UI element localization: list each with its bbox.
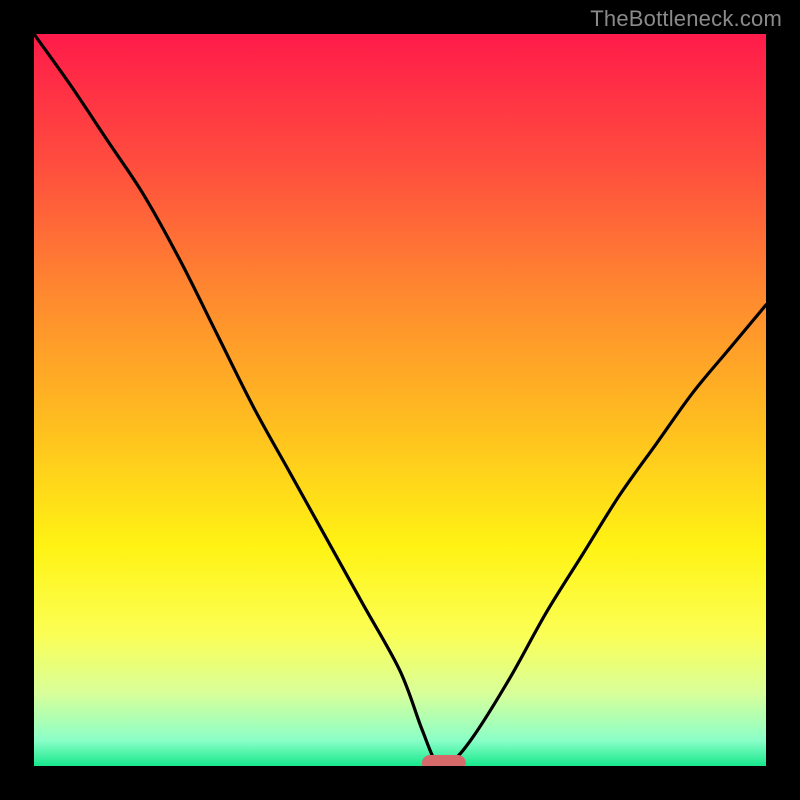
gradient-background xyxy=(34,34,766,766)
watermark-text: TheBottleneck.com xyxy=(590,6,782,32)
optimal-marker xyxy=(422,755,466,766)
plot-area xyxy=(34,34,766,766)
bottleneck-chart xyxy=(34,34,766,766)
chart-frame: TheBottleneck.com xyxy=(0,0,800,800)
